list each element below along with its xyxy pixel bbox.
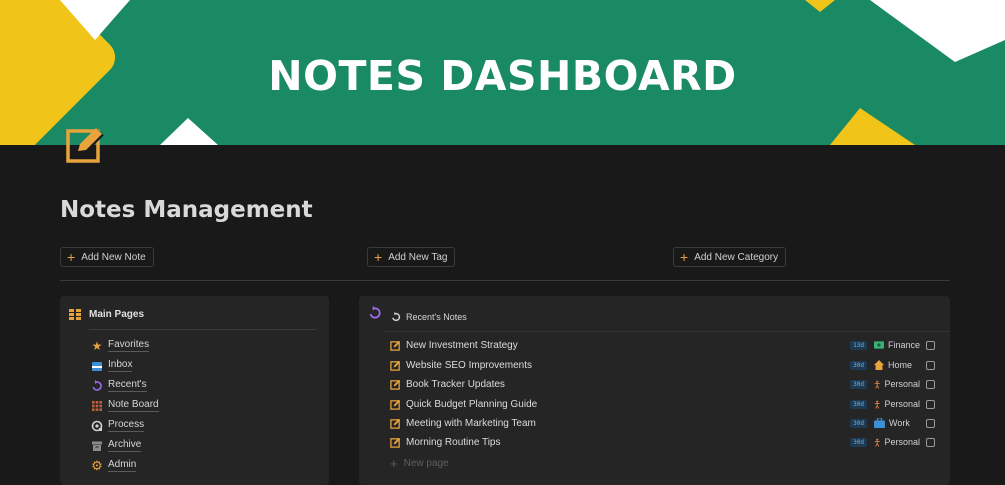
nav-item-recents[interactable]: Recent's <box>91 379 147 392</box>
category-label: Personal <box>884 379 920 389</box>
refresh-icon <box>92 379 102 391</box>
age-badge: 30d <box>850 437 867 447</box>
note-title: Morning Routine Tips <box>406 436 501 448</box>
house-icon <box>874 360 884 370</box>
refresh-icon <box>369 306 381 319</box>
edit-note-icon <box>390 418 401 429</box>
nav-item-admin[interactable]: ⚙ Admin <box>91 457 137 473</box>
archive-icon <box>92 441 102 451</box>
category-label: Finance <box>887 340 920 350</box>
nav-item-note-board[interactable]: Note Board <box>91 399 159 412</box>
plus-icon: + <box>374 249 383 265</box>
age-badge: 13d <box>850 340 867 350</box>
recent-notes-title: Recent's Notes <box>406 312 467 322</box>
nav-item-label: Admin <box>108 459 137 472</box>
process-icon <box>91 420 103 431</box>
nav-item-label: Archive <box>108 439 142 452</box>
category-label: Work <box>889 418 910 428</box>
main-pages-title: Main Pages <box>89 309 145 320</box>
main-pages-panel: Main Pages ★ Favorites Inbox Recent's No… <box>60 296 329 485</box>
gear-icon: ⚙ <box>91 457 103 473</box>
category-tag[interactable]: Finance <box>874 340 920 350</box>
cover-banner: NOTES DASHBOARD <box>0 0 1005 145</box>
nav-item-label: Note Board <box>108 399 159 412</box>
divider <box>385 331 950 332</box>
plus-icon: + <box>680 249 689 265</box>
edit-note-icon[interactable] <box>64 123 106 165</box>
edit-note-icon <box>390 437 401 448</box>
add-new-category-label: Add New Category <box>694 251 779 263</box>
page-title: Notes Management <box>60 197 313 223</box>
add-new-tag-button[interactable]: + Add New Tag <box>367 247 456 267</box>
plus-icon: + <box>390 456 398 471</box>
plus-icon: + <box>67 249 76 265</box>
nav-item-favorites[interactable]: ★ Favorites <box>91 338 150 353</box>
recent-notes-panel: Recent's Notes New Investment Strategy 1… <box>359 296 950 485</box>
category-tag[interactable]: Home <box>874 360 920 370</box>
grid-icon <box>69 309 81 320</box>
new-page-button[interactable]: + New page <box>390 456 449 471</box>
money-icon <box>874 341 884 349</box>
nav-item-label: Favorites <box>108 339 150 352</box>
add-new-note-label: Add New Note <box>81 251 146 263</box>
main-pages-heading: Main Pages <box>69 309 144 320</box>
nav-item-label: Inbox <box>108 359 133 372</box>
edit-note-icon <box>390 399 401 410</box>
note-checkbox[interactable] <box>926 418 935 428</box>
edit-note-icon <box>390 360 401 371</box>
category-label: Personal <box>884 437 920 447</box>
nav-item-label: Recent's <box>108 379 147 392</box>
category-label: Personal <box>884 399 920 409</box>
note-checkbox[interactable] <box>926 437 935 447</box>
note-row[interactable]: Website SEO Improvements 30d Home <box>390 358 935 372</box>
category-tag[interactable]: Personal <box>874 437 920 448</box>
note-title: Website SEO Improvements <box>406 359 532 371</box>
note-title: New Investment Strategy <box>406 339 518 351</box>
category-tag[interactable]: Work <box>874 418 920 428</box>
note-checkbox[interactable] <box>926 340 935 350</box>
divider <box>89 329 316 330</box>
banner-title: NOTES DASHBOARD <box>268 52 737 100</box>
note-title: Book Tracker Updates <box>406 378 505 390</box>
add-new-note-button[interactable]: + Add New Note <box>60 247 154 267</box>
nav-item-archive[interactable]: Archive <box>91 439 142 452</box>
star-icon: ★ <box>91 338 103 353</box>
note-title: Quick Budget Planning Guide <box>406 398 538 410</box>
person-icon <box>874 438 880 447</box>
note-row[interactable]: New Investment Strategy 13d Finance <box>390 338 935 352</box>
refresh-icon <box>392 312 401 322</box>
edit-note-icon <box>390 379 401 390</box>
category-tag[interactable]: Personal <box>874 399 920 410</box>
age-badge: 30d <box>850 360 867 370</box>
note-checkbox[interactable] <box>926 399 935 409</box>
age-badge: 30d <box>850 418 867 428</box>
recent-notes-view-tab[interactable]: Recent's Notes <box>391 312 467 322</box>
age-badge: 30d <box>850 399 867 409</box>
edit-note-icon <box>390 340 401 351</box>
inbox-icon <box>92 361 102 371</box>
nav-item-inbox[interactable]: Inbox <box>91 359 133 372</box>
note-checkbox[interactable] <box>926 360 935 370</box>
note-title: Meeting with Marketing Team <box>406 417 536 429</box>
note-row[interactable]: Meeting with Marketing Team 30d Work <box>390 416 935 430</box>
person-icon <box>874 400 880 409</box>
divider <box>60 280 950 281</box>
person-icon <box>874 380 880 389</box>
note-row[interactable]: Book Tracker Updates 30d Personal <box>390 377 935 391</box>
category-label: Home <box>888 360 913 370</box>
nav-item-label: Process <box>108 419 145 432</box>
note-checkbox[interactable] <box>926 379 935 389</box>
note-row[interactable]: Quick Budget Planning Guide 30d Personal <box>390 397 935 411</box>
add-new-tag-label: Add New Tag <box>388 251 448 263</box>
briefcase-icon <box>874 418 885 428</box>
new-page-label: New page <box>403 458 449 469</box>
nav-item-process[interactable]: Process <box>91 419 145 432</box>
age-badge: 30d <box>850 379 867 389</box>
category-tag[interactable]: Personal <box>874 379 920 390</box>
note-row[interactable]: Morning Routine Tips 30d Personal <box>390 435 935 449</box>
grid-icon <box>92 400 102 411</box>
add-new-category-button[interactable]: + Add New Category <box>673 247 787 267</box>
